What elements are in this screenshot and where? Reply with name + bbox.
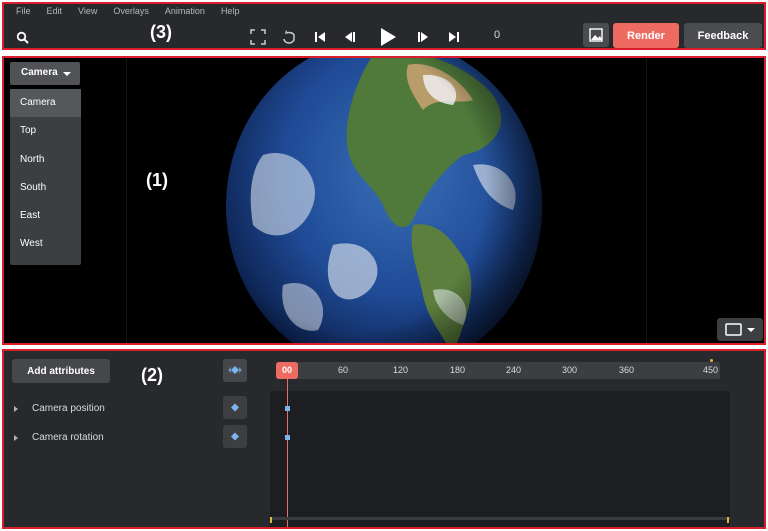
expand-arrow-icon[interactable] — [14, 406, 18, 412]
camera-dropdown-menu: Camera Top North South East West — [10, 89, 81, 265]
menu-overlays[interactable]: Overlays — [113, 6, 149, 16]
keyframe-icon — [231, 432, 239, 441]
keyframe-icon — [231, 403, 239, 412]
menu-file[interactable]: File — [16, 6, 31, 16]
attribute-label: Camera position — [32, 403, 105, 414]
aspect-ratio-icon — [725, 323, 755, 336]
image-button[interactable] — [583, 23, 609, 47]
viewport-guide-line — [126, 58, 127, 343]
camera-option-north[interactable]: North — [10, 146, 81, 174]
ruler-tick: 120 — [393, 365, 409, 375]
camera-option-top[interactable]: Top — [10, 117, 81, 145]
play-icon[interactable] — [376, 26, 398, 48]
camera-option-west[interactable]: West — [10, 230, 81, 258]
timeline-ruler[interactable]: 60 120 180 240 300 360 450 — [276, 362, 720, 379]
aspect-ratio-button[interactable] — [717, 318, 763, 341]
ruler-tick: 240 — [506, 365, 522, 375]
menu-edit[interactable]: Edit — [47, 6, 63, 16]
attribute-row-camera-rotation[interactable]: Camera rotation — [4, 425, 266, 453]
current-frame-readout: 0 — [494, 29, 501, 41]
playhead-line — [287, 379, 288, 527]
ruler-tick: 360 — [619, 365, 635, 375]
ruler-tick: 60 — [338, 365, 349, 375]
search-icon[interactable] — [16, 31, 30, 45]
image-icon — [589, 28, 603, 42]
menu-bar: File Edit View Overlays Animation Help — [16, 6, 255, 16]
attribute-label: Camera rotation — [32, 432, 104, 443]
menu-view[interactable]: View — [78, 6, 97, 16]
add-all-keyframes-button[interactable] — [223, 359, 247, 382]
chevron-down-icon — [63, 72, 71, 76]
ruler-tick: 180 — [450, 365, 466, 375]
ruler-tick: 450 — [703, 365, 719, 375]
timeline-scrollbar[interactable] — [270, 517, 730, 520]
fullscreen-icon[interactable] — [249, 28, 267, 46]
keyframe-marker[interactable] — [285, 406, 290, 411]
menu-animation[interactable]: Animation — [165, 6, 205, 16]
keyframe-button[interactable] — [223, 396, 247, 419]
range-start-marker[interactable] — [270, 517, 272, 523]
range-end-marker[interactable] — [727, 517, 729, 523]
annotation-label-1: (1) — [146, 170, 168, 190]
annotation-label-2: (2) — [141, 365, 163, 385]
animation-timeline: Add attributes (2) 60 120 180 240 300 36… — [2, 349, 766, 529]
menu-help[interactable]: Help — [221, 6, 240, 16]
skip-to-end-icon[interactable] — [445, 28, 463, 46]
step-forward-icon[interactable] — [414, 28, 432, 46]
end-frame-marker[interactable] — [710, 359, 713, 362]
attribute-row-camera-position[interactable]: Camera position — [4, 396, 266, 424]
keyframe-track-area[interactable] — [270, 391, 730, 527]
camera-option-camera[interactable]: Camera — [10, 89, 81, 118]
3d-viewport[interactable]: Camera Camera Top North South East West … — [2, 56, 766, 345]
top-toolbar: File Edit View Overlays Animation Help (3) 0 … — [2, 2, 766, 50]
keyframe-button[interactable] — [223, 425, 247, 448]
annotation-label-3: (3) — [150, 22, 172, 42]
expand-arrow-icon[interactable] — [14, 435, 18, 441]
keyframe-add-icon — [228, 366, 242, 374]
add-attributes-button[interactable]: Add attributes — [12, 359, 110, 383]
earth-globe — [226, 58, 542, 343]
feedback-button[interactable]: Feedback — [684, 23, 762, 48]
camera-option-south[interactable]: South — [10, 174, 81, 202]
step-back-icon[interactable] — [341, 28, 359, 46]
keyframe-marker[interactable] — [285, 435, 290, 440]
render-button[interactable]: Render — [613, 23, 679, 48]
ruler-tick: 300 — [562, 365, 578, 375]
camera-option-east[interactable]: East — [10, 202, 81, 230]
skip-to-start-icon[interactable] — [311, 28, 329, 46]
camera-select-value: Camera — [21, 67, 58, 78]
loop-icon[interactable] — [280, 28, 298, 46]
camera-select[interactable]: Camera — [10, 62, 80, 85]
playhead[interactable]: 00 — [276, 362, 298, 379]
viewport-guide-line — [646, 58, 647, 343]
